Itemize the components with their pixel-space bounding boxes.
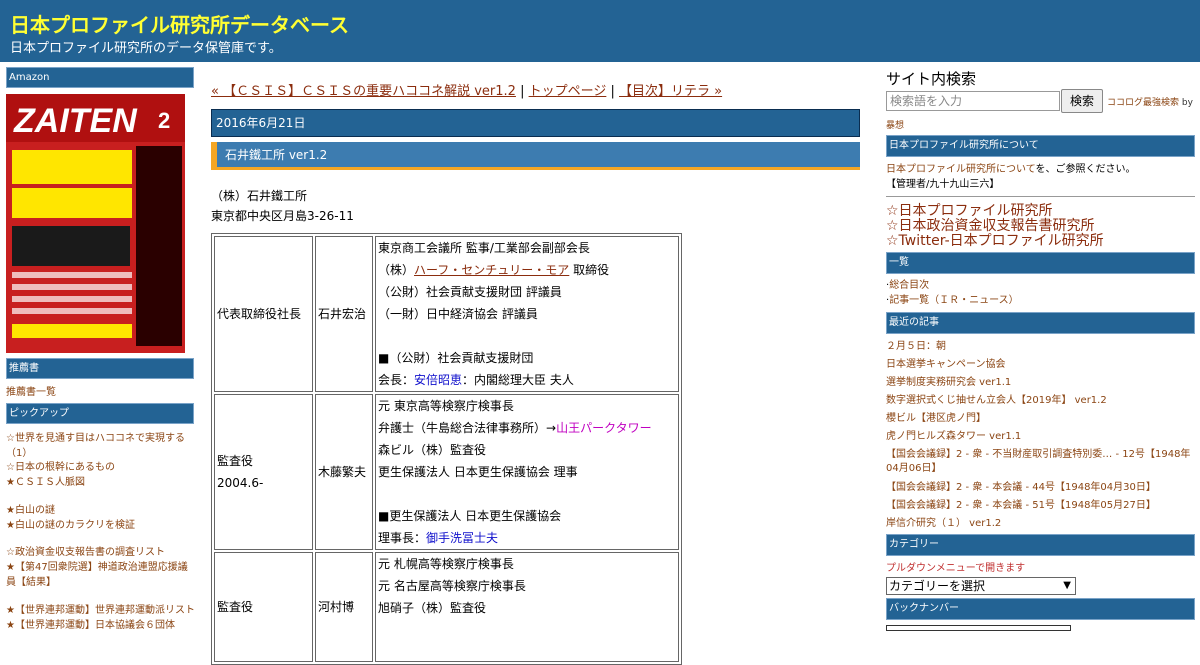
- site-header: 日本プロファイル研究所データベース 日本プロファイル研究所のデータ保管庫です。: [0, 0, 1200, 62]
- category-note: プルダウンメニューで開きます: [886, 563, 1026, 574]
- list-item: ·記事一覧（ＩＲ・ニュース）: [886, 295, 1019, 306]
- amazon-heading: Amazon: [6, 67, 194, 88]
- name-cell: 木藤繁夫: [315, 394, 373, 550]
- magazine-logo: ZAITEN: [13, 102, 138, 140]
- about-link[interactable]: 日本プロファイル研究所について: [886, 164, 1036, 175]
- table-row: 監査役 河村博 元 札幌高等検察庁検事長 元 名古屋高等検察庁検事長 旭硝子（株…: [214, 552, 679, 662]
- role-cell: 代表取締役社長: [214, 236, 313, 392]
- cocolog-search-credit: ココログ最強検索 by: [1107, 98, 1193, 108]
- recent-article-link[interactable]: 虎ノ門ヒルズ森タワー ver1.1: [886, 430, 1021, 444]
- svg-text:2: 2: [158, 108, 170, 133]
- recent-article-link[interactable]: ２月５日：朝: [886, 340, 946, 354]
- pickup-link[interactable]: ☆政治資金収支報告書の調査リスト: [6, 545, 165, 560]
- recent-article-link[interactable]: 【国会会議録】2 - 衆 - 不当財産取引調査特別委… - 12号【1948年0…: [886, 448, 1195, 476]
- search-input[interactable]: 検索語を入力: [886, 91, 1060, 111]
- entry-navigation: « 【ＣＳＩＳ】ＣＳＩＳの重要ハココネ解説 ver1.2 | トップページ | …: [211, 84, 723, 99]
- search-button[interactable]: 検索: [1061, 89, 1103, 113]
- role-cell: 監査役: [214, 552, 313, 662]
- backnumber-calendar[interactable]: [886, 625, 1071, 631]
- pickup-link[interactable]: ☆日本の根幹にあるもの: [6, 460, 115, 475]
- pickup-link[interactable]: ☆世界を見通す目はハココネで実現する（1）: [6, 431, 191, 461]
- recent-article-link[interactable]: 【国会会議録】2 - 衆 - 本会議 - 44号【1948年04月30日】: [886, 481, 1156, 495]
- company-address: 東京都中央区月島3-26-11: [211, 209, 354, 223]
- pickup-link[interactable]: ★ＣＳＩＳ人脈図: [6, 475, 85, 490]
- recommend-heading: 推薦書: [6, 358, 194, 379]
- name-cell: 石井宏治: [315, 236, 373, 392]
- admin-text: 【管理者/九十九山三六】: [886, 179, 1000, 190]
- backnumber-heading: バックナンバー: [886, 598, 1195, 620]
- pickup-link[interactable]: ★白山の謎: [6, 503, 55, 518]
- table-row: 監査役 2004.6- 木藤繁夫 元 東京高等検察庁検事長 弁護士（牛島総合法律事…: [214, 394, 679, 550]
- site-title[interactable]: 日本プロファイル研究所データベース: [10, 9, 349, 38]
- chevron-down-icon: ▼: [1063, 580, 1071, 591]
- recent-article-link[interactable]: 選挙制度実務研究会 ver1.1: [886, 376, 1011, 390]
- pickup-link[interactable]: ★【第47回衆院選】神道政治連盟応援議員【結果】: [6, 560, 191, 590]
- site-search-title: サイト内検索: [886, 70, 977, 88]
- pickup-heading: ピックアップ: [6, 403, 194, 424]
- prev-entry-link[interactable]: « 【ＣＳＩＳ】ＣＳＩＳの重要ハココネ解説 ver1.2: [211, 84, 516, 99]
- site-description: 日本プロファイル研究所のデータ保管庫です。: [10, 41, 282, 56]
- recent-article-link[interactable]: 岸信介研究（１） ver1.2: [886, 517, 1001, 531]
- next-entry-link[interactable]: 【目次】リテラ »: [619, 84, 722, 99]
- profile-institute-link[interactable]: ☆日本プロファイル研究所: [886, 204, 1053, 219]
- recent-heading: 最近の記事: [886, 312, 1195, 334]
- entry-date: 2016年6月21日: [211, 109, 860, 137]
- top-page-link[interactable]: トップページ: [529, 84, 607, 99]
- twitter-link[interactable]: ☆Twitter-日本プロファイル研究所: [886, 234, 1104, 249]
- about-heading: 日本プロファイル研究所について: [886, 135, 1195, 157]
- list-heading: 一覧: [886, 252, 1195, 274]
- company-link[interactable]: ハーフ・センチュリー・モア: [414, 263, 569, 277]
- category-heading: カテゴリー: [886, 534, 1195, 556]
- zaiten-magazine-cover[interactable]: ZAITEN 2: [6, 94, 185, 353]
- table-row: 代表取締役社長 石井宏治 東京商工会議所 監事/工業部会副部会長 （株）ハーフ・…: [214, 236, 679, 392]
- bou-link[interactable]: 暴想: [886, 118, 904, 131]
- entry-title: 石井鐵工所 ver1.2: [211, 142, 860, 170]
- cocolog-link[interactable]: ココログ最強検索: [1107, 98, 1179, 108]
- officers-table: 代表取締役社長 石井宏治 東京商工会議所 監事/工業部会副部会長 （株）ハーフ・…: [211, 233, 682, 665]
- detail-cell: 元 札幌高等検察庁検事長 元 名古屋高等検察庁検事長 旭硝子（株）監査役: [375, 552, 679, 662]
- pickup-link[interactable]: ★【世界連邦運動】日本協議会６団体: [6, 618, 175, 633]
- pickup-link[interactable]: ★【世界連邦運動】世界連邦運動派リスト: [6, 603, 195, 618]
- recommend-list-link[interactable]: 推薦書一覧: [6, 385, 56, 400]
- person-link[interactable]: 御手洗冨士夫: [426, 531, 498, 545]
- detail-cell: 東京商工会議所 監事/工業部会副部会長 （株）ハーフ・センチュリー・モア 取締役…: [375, 236, 679, 392]
- recent-article-link[interactable]: 櫻ビル【港区虎ノ門】: [886, 412, 986, 426]
- person-link[interactable]: 安倍昭恵: [414, 373, 462, 387]
- role-cell: 監査役 2004.6-: [214, 394, 313, 550]
- recent-article-link[interactable]: 日本選挙キャンペーン協会: [886, 358, 1006, 372]
- recent-article-link[interactable]: 【国会会議録】2 - 衆 - 本会議 - 51号【1948年05月27日】: [886, 499, 1156, 513]
- list-item: ·総合目次: [886, 280, 930, 291]
- about-text: 日本プロファイル研究所についてを、ご参照ください。: [886, 164, 1136, 175]
- divider: [886, 196, 1195, 197]
- building-link[interactable]: 山王パークタワー: [556, 421, 652, 435]
- category-select[interactable]: カテゴリーを選択 ▼: [886, 577, 1076, 595]
- pickup-link[interactable]: ★白山の謎のカラクリを検証: [6, 518, 135, 533]
- company-name: （株）石井鐵工所: [211, 189, 308, 203]
- name-cell: 河村博: [315, 552, 373, 662]
- political-funds-link[interactable]: ☆日本政治資金収支報告書研究所: [886, 219, 1095, 234]
- company-info: （株）石井鐵工所 東京都中央区月島3-26-11: [211, 186, 354, 226]
- recent-article-link[interactable]: 数字選択式くじ抽せん立会人【2019年】 ver1.2: [886, 394, 1107, 408]
- detail-cell: 元 東京高等検察庁検事長 弁護士（牛島総合法律事務所）→山王パークタワー 森ビル…: [375, 394, 679, 550]
